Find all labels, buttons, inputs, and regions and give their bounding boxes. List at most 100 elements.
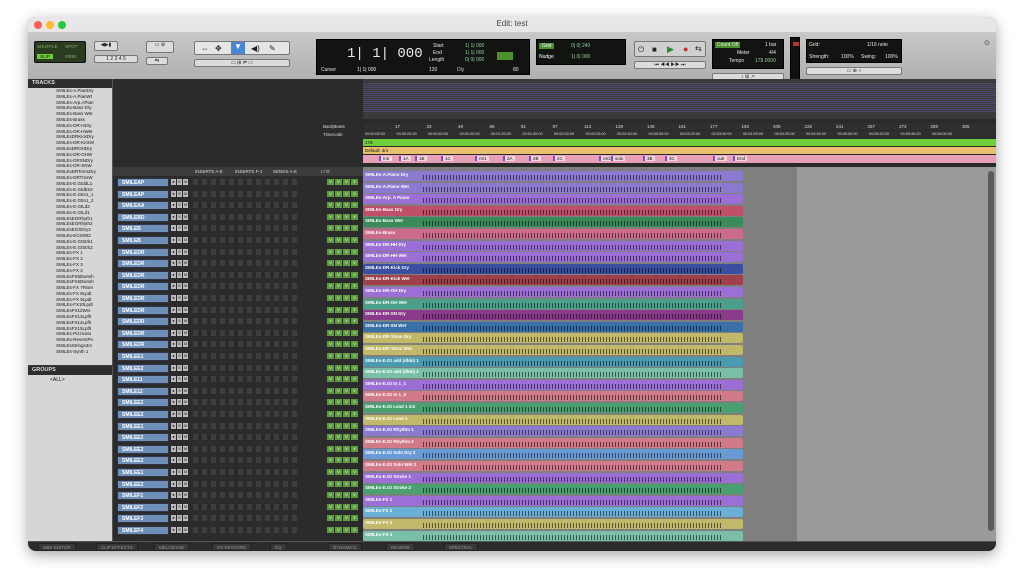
- track-name-button[interactable]: SMILEDR: [117, 340, 169, 350]
- insert-slot[interactable]: [220, 237, 225, 243]
- universe-overview[interactable]: [363, 79, 996, 119]
- insert-slot[interactable]: [220, 341, 225, 348]
- zoom-presets[interactable]: 1 2 3 4 5: [94, 55, 138, 63]
- insert-slot[interactable]: [265, 341, 270, 348]
- insert-slot[interactable]: [238, 376, 243, 383]
- audio-clip[interactable]: SMILEs-Brass: [363, 229, 743, 239]
- io-selector[interactable]: V: [327, 434, 334, 441]
- insert-slot[interactable]: [274, 213, 279, 220]
- insert-slot[interactable]: [229, 527, 234, 533]
- insert-slot[interactable]: [256, 260, 261, 267]
- insert-slot[interactable]: [283, 202, 288, 209]
- rec-button[interactable]: ●: [171, 527, 176, 533]
- insert-slot[interactable]: [202, 422, 207, 429]
- io-selector[interactable]: V: [343, 202, 350, 209]
- insert-slot[interactable]: [193, 457, 198, 464]
- insert-slot[interactable]: [283, 283, 288, 290]
- solo-button[interactable]: S: [177, 364, 182, 371]
- track-name-button[interactable]: SMILEDR: [117, 247, 169, 257]
- io-selector[interactable]: V: [327, 469, 334, 475]
- insert-slot[interactable]: [220, 445, 225, 452]
- insert-slot[interactable]: [211, 492, 216, 499]
- insert-slot[interactable]: [256, 202, 261, 209]
- insert-slot[interactable]: [238, 515, 243, 522]
- insert-slot[interactable]: [229, 480, 234, 487]
- insert-slot[interactable]: [220, 503, 225, 510]
- insert-slot[interactable]: [238, 329, 243, 336]
- insert-slot[interactable]: [211, 422, 216, 429]
- insert-slot[interactable]: [202, 503, 207, 510]
- io-selector[interactable]: V: [343, 503, 350, 510]
- io-selector[interactable]: V: [327, 179, 334, 185]
- insert-slot[interactable]: [283, 527, 288, 533]
- rec-button[interactable]: ●: [171, 237, 176, 243]
- insert-slot[interactable]: [202, 469, 207, 475]
- insert-slot[interactable]: [256, 422, 261, 429]
- insert-slot[interactable]: [283, 434, 288, 441]
- insert-slot[interactable]: [202, 213, 207, 220]
- io-selector[interactable]: V: [335, 445, 342, 452]
- insert-slot[interactable]: [292, 341, 297, 348]
- insert-slot[interactable]: [274, 329, 279, 336]
- insert-slot[interactable]: [211, 527, 216, 533]
- audio-clip[interactable]: SMILEs-E.Gt In 1_2: [363, 391, 743, 402]
- audio-clip[interactable]: SMILEs-DR-SN Wet: [363, 321, 743, 332]
- rec-button[interactable]: ●: [171, 503, 176, 510]
- insert-slot[interactable]: [265, 411, 270, 417]
- mute-button[interactable]: M: [183, 457, 188, 464]
- insert-slot[interactable]: [247, 225, 252, 232]
- inserts-ae-header[interactable]: INSERTS A-E: [195, 169, 223, 174]
- insert-slot[interactable]: [256, 469, 261, 475]
- io-selector[interactable]: V: [351, 248, 358, 255]
- insert-slot[interactable]: [202, 445, 207, 452]
- insert-slot[interactable]: [247, 237, 252, 243]
- mute-button[interactable]: M: [183, 306, 188, 313]
- insert-slot[interactable]: [256, 213, 261, 220]
- insert-slot[interactable]: [202, 283, 207, 290]
- insert-slot[interactable]: [256, 190, 261, 197]
- io-selector[interactable]: V: [327, 492, 334, 499]
- solo-button[interactable]: S: [177, 341, 182, 348]
- solo-button[interactable]: S: [177, 353, 182, 359]
- io-selector[interactable]: V: [351, 213, 358, 220]
- insert-slot[interactable]: [193, 422, 198, 429]
- insert-slot[interactable]: [292, 376, 297, 383]
- insert-slot[interactable]: [247, 260, 252, 267]
- insert-slot[interactable]: [265, 283, 270, 290]
- track-name-button[interactable]: SMILEF4: [117, 526, 169, 535]
- insert-slot[interactable]: [238, 503, 243, 510]
- insert-slot[interactable]: [292, 248, 297, 255]
- io-selector[interactable]: V: [327, 306, 334, 313]
- insert-slot[interactable]: [202, 399, 207, 406]
- edit-tool-options[interactable]: ▭ ⊞ ⇌ ▭: [194, 59, 290, 67]
- solo-button[interactable]: S: [177, 434, 182, 441]
- insert-slot[interactable]: [238, 411, 243, 417]
- insert-slot[interactable]: [247, 434, 252, 441]
- insert-slot[interactable]: [256, 492, 261, 499]
- insert-slot[interactable]: [247, 271, 252, 278]
- io-selector[interactable]: V: [351, 387, 358, 394]
- insert-slot[interactable]: [193, 527, 198, 533]
- insert-slot[interactable]: [256, 399, 261, 406]
- insert-slot[interactable]: [229, 225, 234, 232]
- insert-slot[interactable]: [211, 341, 216, 348]
- io-selector[interactable]: V: [335, 271, 342, 278]
- io-selector[interactable]: V: [351, 411, 358, 417]
- insert-slot[interactable]: [274, 190, 279, 197]
- insert-slot[interactable]: [274, 445, 279, 452]
- marker[interactable]: 2C: [553, 156, 565, 161]
- insert-slot[interactable]: [292, 364, 297, 371]
- track-name-button[interactable]: SMILEDR: [117, 305, 169, 315]
- solo-button[interactable]: S: [177, 527, 182, 533]
- mute-button[interactable]: M: [183, 469, 188, 475]
- io-selector[interactable]: V: [335, 492, 342, 499]
- insert-slot[interactable]: [229, 492, 234, 499]
- insert-slot[interactable]: [292, 237, 297, 243]
- insert-slot[interactable]: [238, 445, 243, 452]
- io-selector[interactable]: V: [335, 399, 342, 406]
- mute-button[interactable]: M: [183, 271, 188, 278]
- io-selector[interactable]: V: [327, 283, 334, 290]
- play-button[interactable]: ▶: [667, 44, 674, 55]
- io-selector[interactable]: V: [335, 225, 342, 232]
- insert-slot[interactable]: [292, 213, 297, 220]
